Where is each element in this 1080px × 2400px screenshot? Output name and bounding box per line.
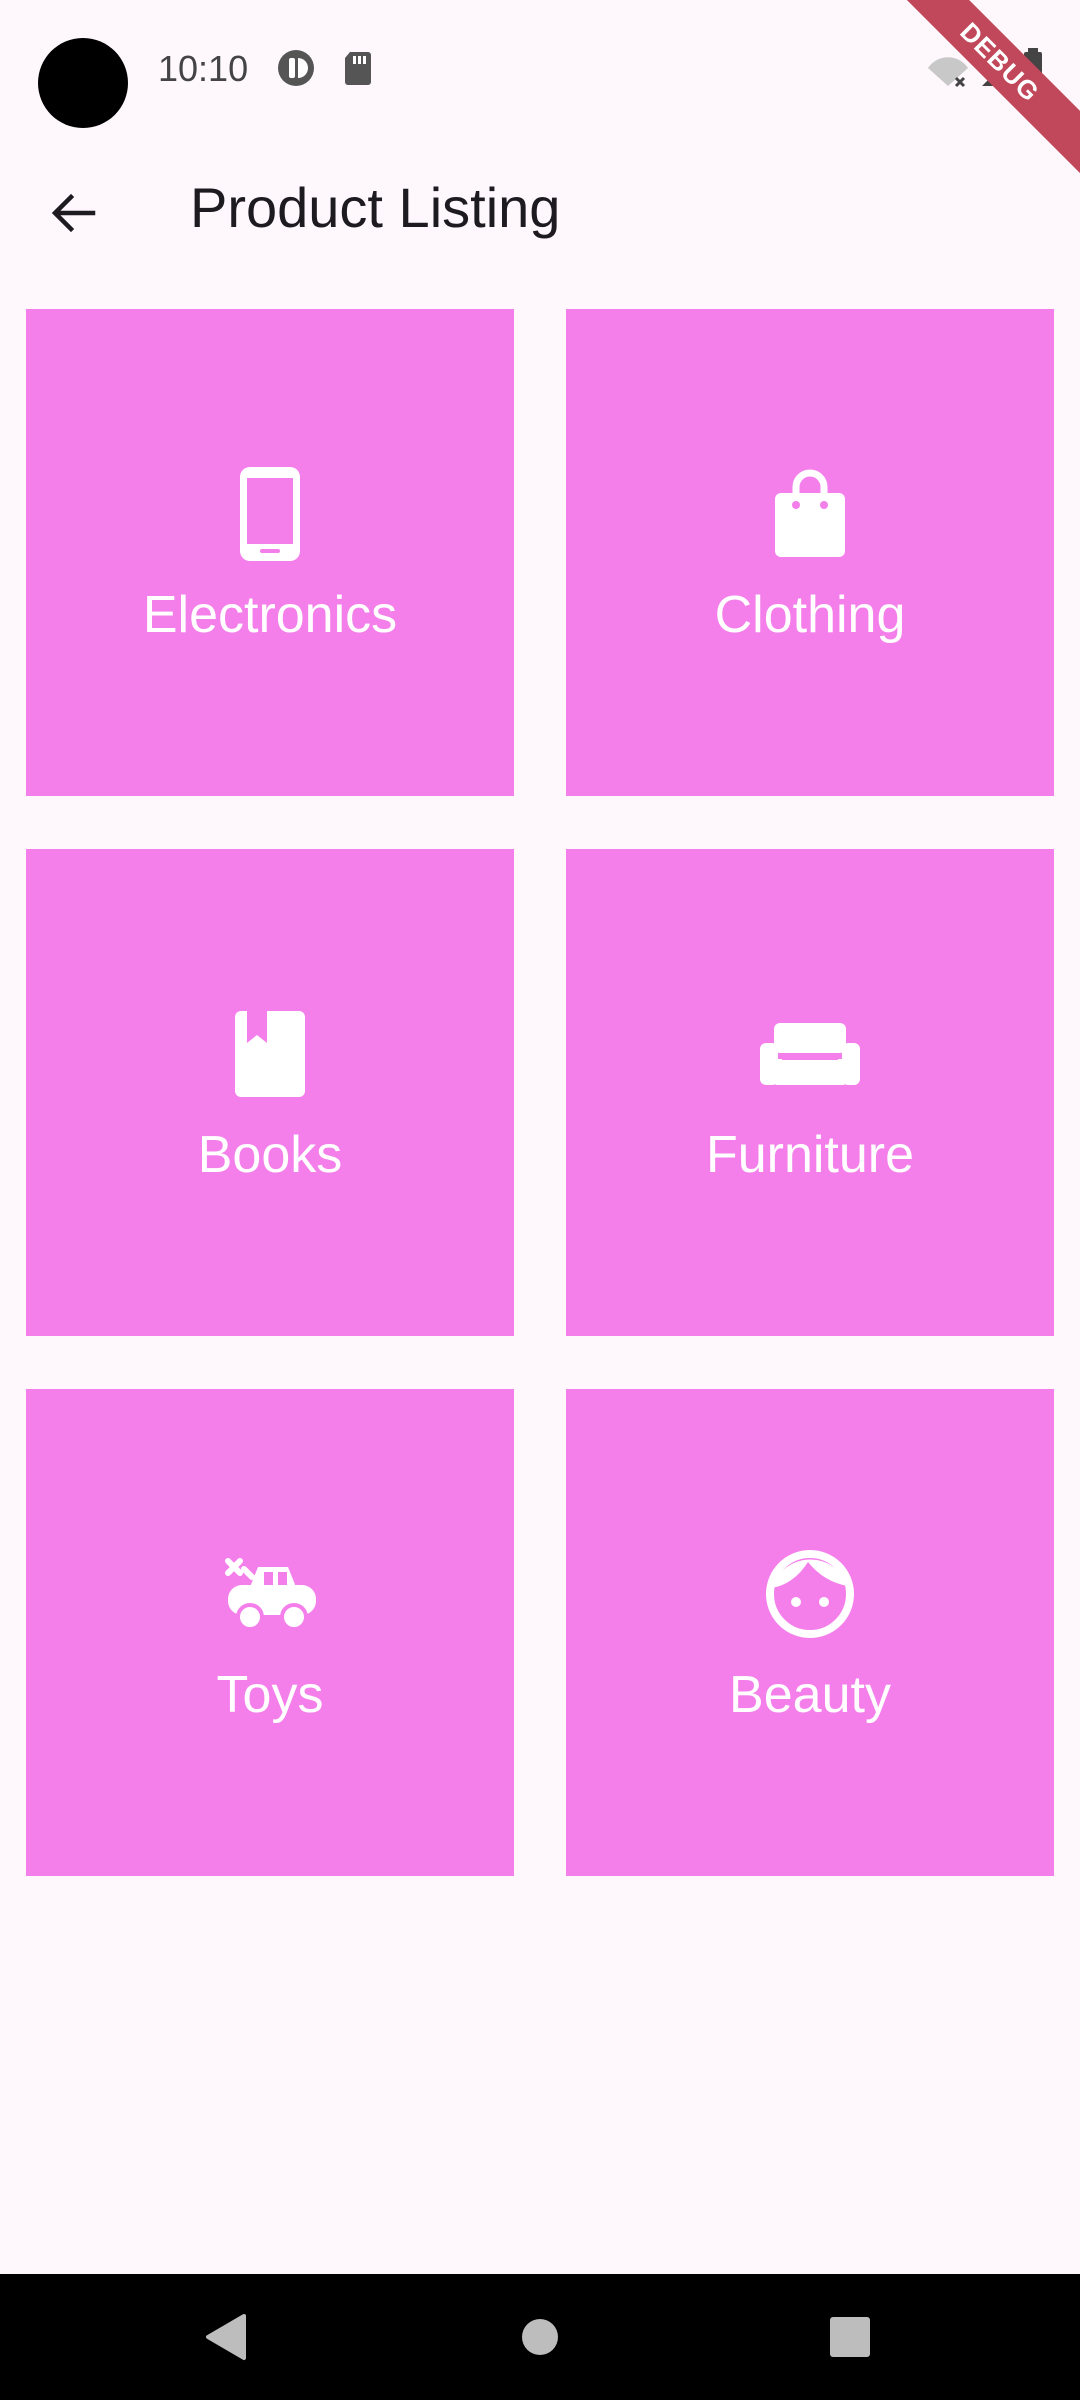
book-icon	[215, 999, 325, 1109]
category-label: Beauty	[729, 1665, 891, 1724]
category-tile-beauty[interactable]: Beauty	[566, 1389, 1054, 1876]
back-arrow-icon	[51, 193, 96, 233]
category-label: Toys	[216, 1665, 324, 1724]
category-label: Electronics	[142, 585, 398, 644]
page-title: Product Listing	[190, 176, 561, 239]
square-recents-icon	[830, 2317, 870, 2357]
shopping-bag-icon	[755, 459, 865, 569]
category-tile-toys[interactable]: Toys	[26, 1389, 514, 1876]
category-label: Clothing	[714, 585, 906, 644]
app-bar: Product Listing	[0, 150, 1080, 266]
status-bar: 10:10 DEBUG	[0, 0, 1080, 184]
smartphone-icon	[215, 459, 325, 569]
category-label: Furniture	[705, 1125, 915, 1184]
category-tile-electronics[interactable]: Electronics	[26, 309, 514, 796]
sd-card-icon	[338, 48, 378, 88]
circle-home-icon	[522, 2319, 558, 2355]
nav-back-button[interactable]	[192, 2304, 258, 2370]
category-tile-books[interactable]: Books	[26, 849, 514, 1336]
nav-home-button[interactable]	[507, 2304, 573, 2370]
notification-app-icon	[276, 48, 316, 88]
category-grid: Electronics Clothing Books Furniture Toy…	[26, 309, 1054, 1876]
camera-cutout	[38, 38, 128, 128]
back-button[interactable]	[30, 170, 116, 256]
face-icon	[755, 1539, 865, 1649]
toy-car-icon	[215, 1539, 325, 1649]
status-time: 10:10	[158, 48, 249, 89]
system-navigation-bar	[0, 2274, 1080, 2400]
category-label: Books	[197, 1125, 343, 1184]
nav-recents-button[interactable]	[817, 2304, 883, 2370]
category-tile-clothing[interactable]: Clothing	[566, 309, 1054, 796]
sofa-icon	[755, 999, 865, 1109]
category-tile-furniture[interactable]: Furniture	[566, 849, 1054, 1336]
triangle-back-icon	[206, 2314, 246, 2360]
